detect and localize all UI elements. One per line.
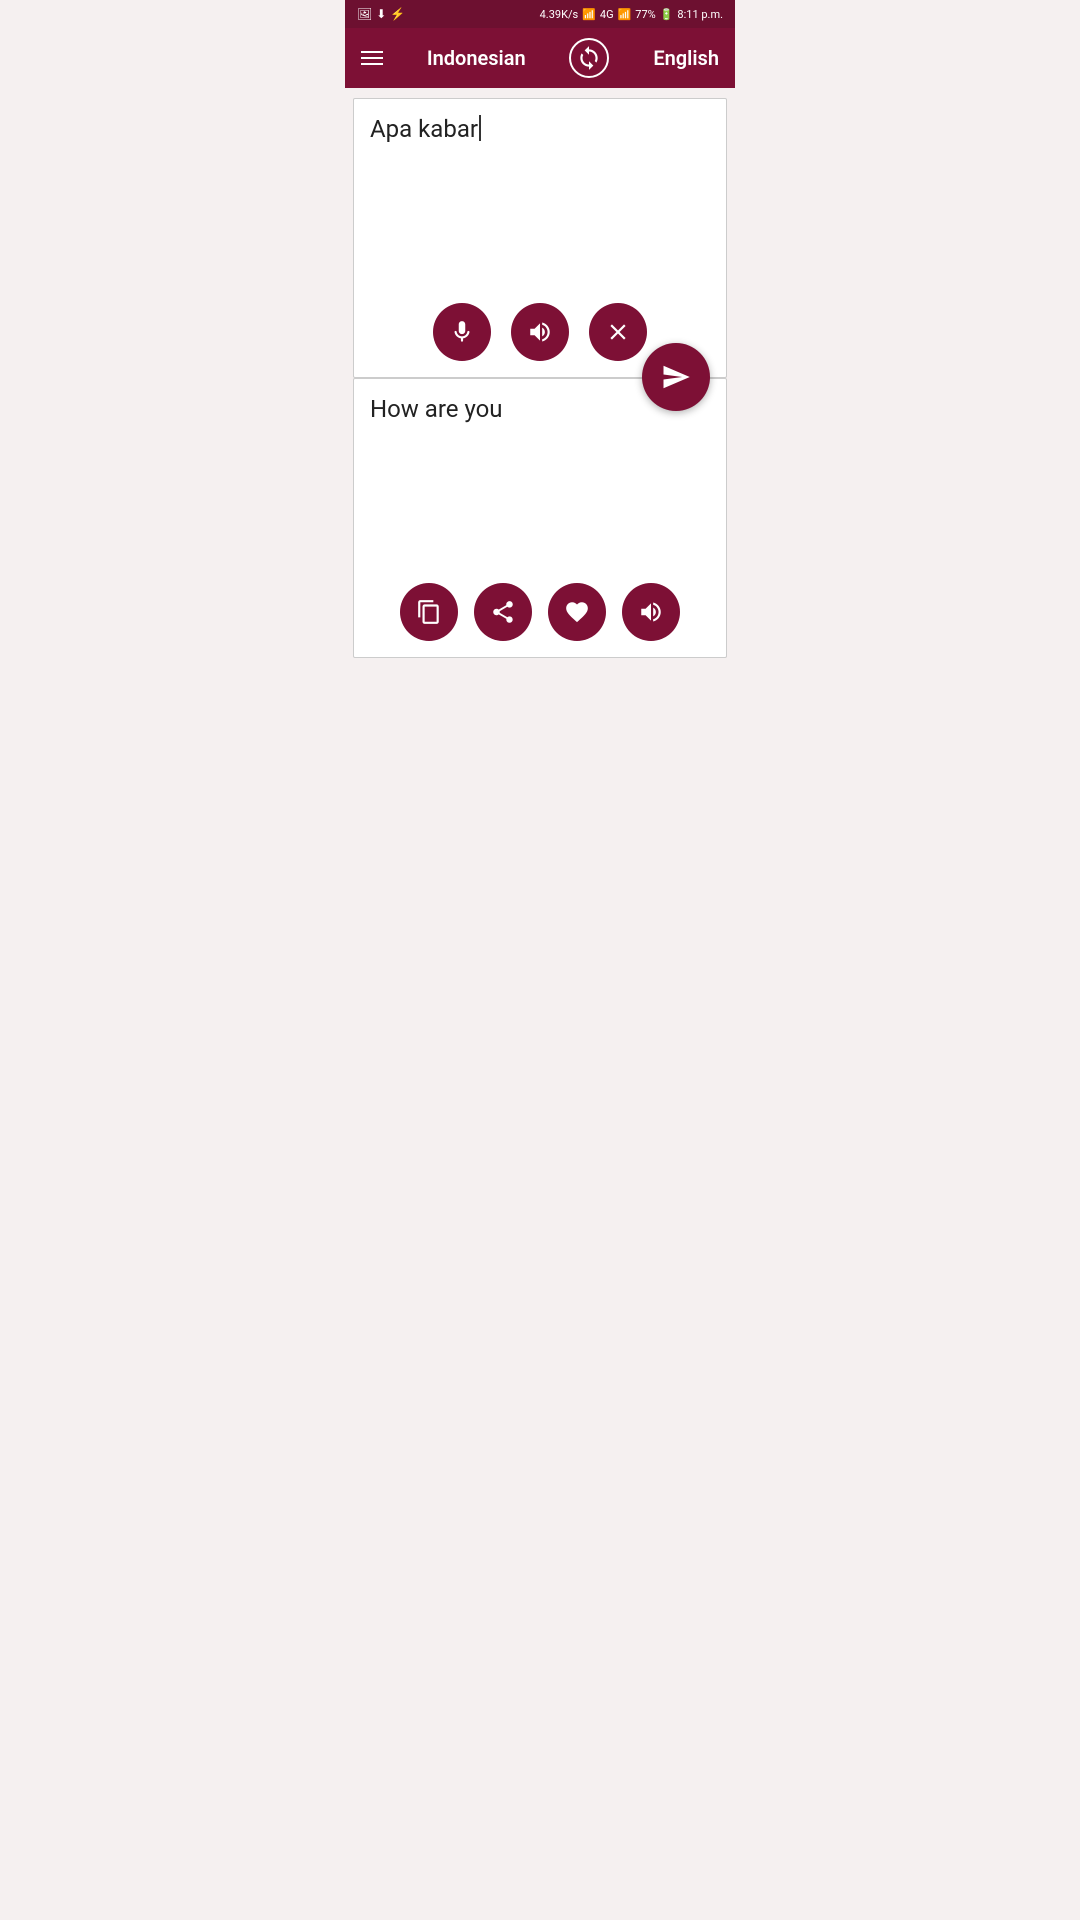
download-icon: ⬇ xyxy=(376,7,386,21)
share-button[interactable] xyxy=(474,583,532,641)
output-text-value: How are you xyxy=(370,395,503,423)
status-bar: 🖼 ⬇ ⚡ 4.39K/s 📶 4G 📶 77% 🔋 8:11 p.m. xyxy=(345,0,735,28)
favorite-button[interactable] xyxy=(548,583,606,641)
text-cursor xyxy=(479,115,481,141)
status-left: 🖼 ⬇ ⚡ xyxy=(357,7,405,21)
share-icon xyxy=(490,599,516,625)
network-icon: 4G xyxy=(600,8,614,21)
speaker-output-button[interactable] xyxy=(622,583,680,641)
copy-button[interactable] xyxy=(400,583,458,641)
send-button[interactable] xyxy=(642,343,710,411)
speaker-icon xyxy=(527,319,553,345)
photo-icon: 🖼 xyxy=(357,7,372,21)
battery-icon: 🔋 xyxy=(660,8,674,21)
output-text-display: How are you xyxy=(354,379,726,599)
battery-indicator: 77% xyxy=(635,8,655,21)
swap-icon xyxy=(576,45,602,71)
usb-icon: ⚡ xyxy=(390,7,405,21)
input-text-display: Apa kabar xyxy=(354,99,726,319)
speed-indicator: 4.39K/s xyxy=(540,8,579,21)
nav-bar: Indonesian English xyxy=(345,28,735,88)
swap-languages-button[interactable] xyxy=(569,38,609,78)
clock: 8:11 p.m. xyxy=(677,8,723,21)
speaker-output-icon xyxy=(638,599,664,625)
clear-icon xyxy=(605,319,631,345)
signal-icon: 📶 xyxy=(618,8,632,21)
main-content: Apa kabar xyxy=(345,98,735,658)
output-panel: How are you xyxy=(353,378,727,658)
wifi-icon: 📶 xyxy=(582,8,596,21)
output-action-bar xyxy=(354,583,726,641)
microphone-icon xyxy=(449,319,475,345)
send-icon xyxy=(661,362,691,392)
menu-button[interactable] xyxy=(361,51,383,65)
favorite-icon xyxy=(564,599,590,625)
clear-button[interactable] xyxy=(589,303,647,361)
copy-icon xyxy=(416,599,442,625)
status-right: 4.39K/s 📶 4G 📶 77% 🔋 8:11 p.m. xyxy=(540,8,723,21)
input-panel: Apa kabar xyxy=(353,98,727,378)
source-language-button[interactable]: Indonesian xyxy=(427,46,526,70)
microphone-button[interactable] xyxy=(433,303,491,361)
speaker-button[interactable] xyxy=(511,303,569,361)
input-text-value: Apa kabar xyxy=(370,115,478,143)
target-language-button[interactable]: English xyxy=(653,46,719,70)
